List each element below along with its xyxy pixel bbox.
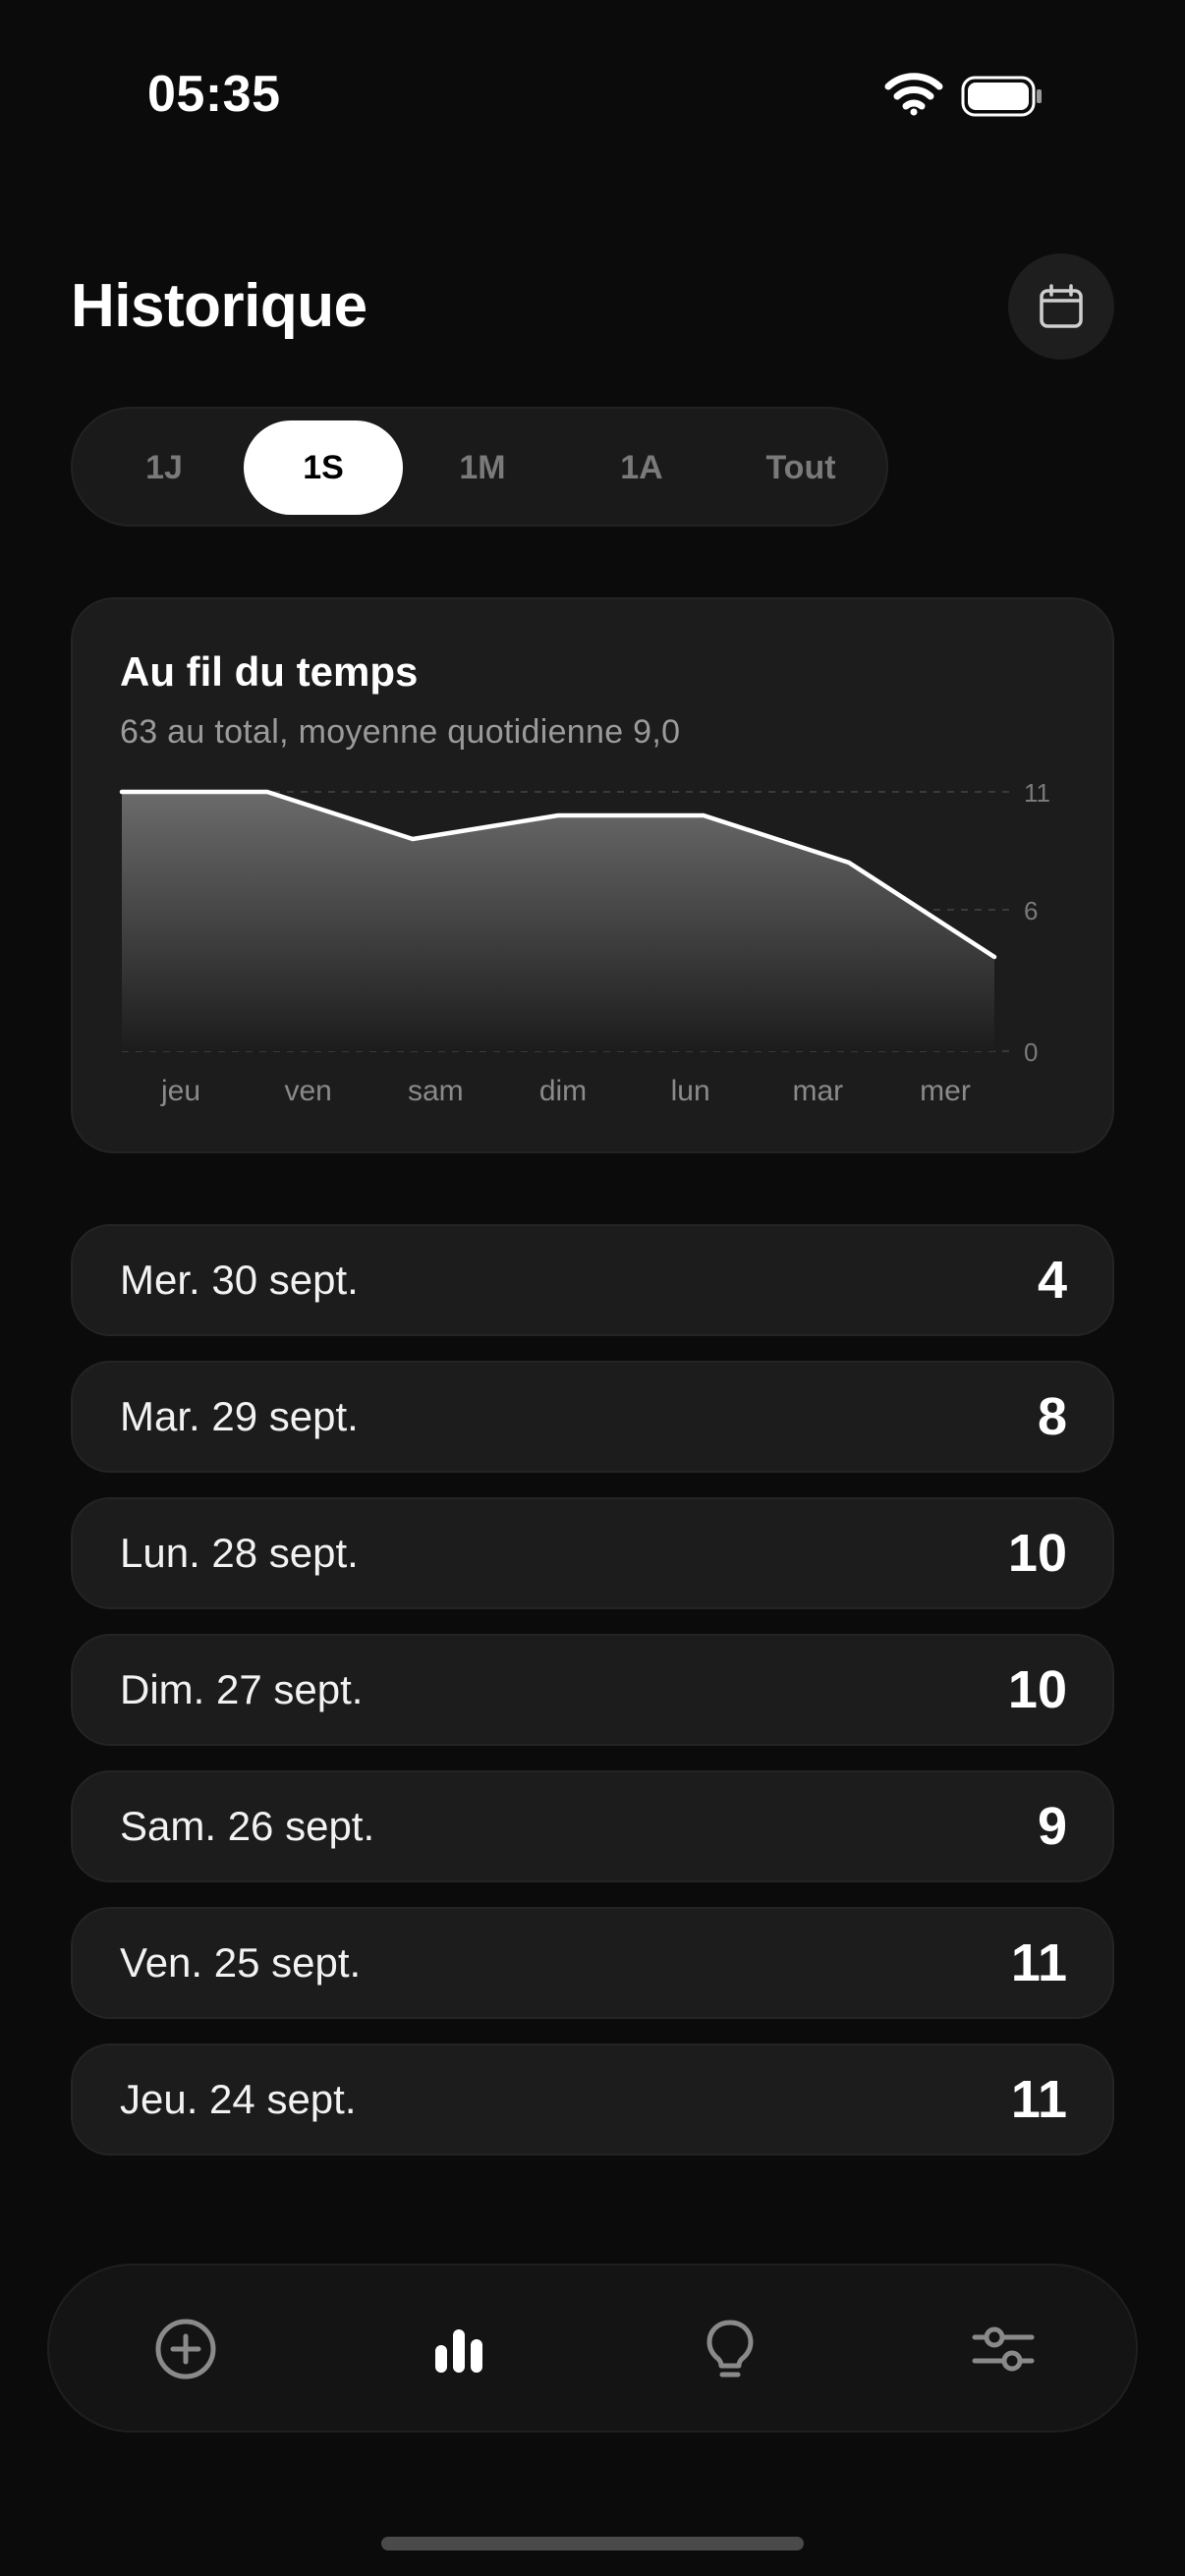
calendar-button[interactable] <box>1008 253 1114 360</box>
day-label: Mer. 30 sept. <box>120 1257 359 1303</box>
day-value: 8 <box>1037 1387 1067 1446</box>
tab-settings[interactable] <box>959 2305 1047 2393</box>
day-value: 4 <box>1037 1251 1067 1310</box>
battery-icon <box>961 76 1042 117</box>
plus-circle-icon <box>155 2319 216 2380</box>
status-bar: 05:35 <box>0 0 1185 196</box>
day-row[interactable]: Mer. 30 sept. 4 <box>71 1224 1114 1336</box>
range-option-1a[interactable]: 1A <box>562 420 721 515</box>
day-row[interactable]: Lun. 28 sept. 10 <box>71 1497 1114 1609</box>
day-value: 10 <box>1007 1660 1067 1719</box>
chart-x-tick-label: mer <box>920 1075 971 1107</box>
chart-y-tick-label: 11 <box>1024 778 1050 808</box>
tab-bar <box>47 2264 1138 2433</box>
chart-x-tick-label: lun <box>671 1075 710 1107</box>
page-title: Historique <box>71 272 367 340</box>
chart-area-fill <box>122 792 994 1051</box>
day-value: 11 <box>1010 2070 1067 2129</box>
range-option-1s[interactable]: 1S <box>244 420 403 515</box>
day-value: 9 <box>1037 1797 1067 1856</box>
chart-x-tick-label: sam <box>408 1075 464 1107</box>
bar-chart-icon <box>435 2329 482 2373</box>
home-indicator <box>381 2537 804 2550</box>
day-row[interactable]: Sam. 26 sept. 9 <box>71 1770 1114 1882</box>
area-chart: 11 6 0 jeu ven sam dim lun mar mer <box>119 778 1050 1107</box>
chart-card: Au fil du temps 63 au total, moyenne quo… <box>71 597 1114 1153</box>
sliders-icon <box>972 2326 1035 2372</box>
tab-add[interactable] <box>141 2305 230 2393</box>
day-label: Lun. 28 sept. <box>120 1530 359 1576</box>
chart-x-tick-label: jeu <box>160 1075 200 1107</box>
day-row[interactable]: Ven. 25 sept. 11 <box>71 1907 1114 2019</box>
day-label: Mar. 29 sept. <box>120 1393 359 1439</box>
day-label: Ven. 25 sept. <box>120 1939 362 1986</box>
range-option-tout[interactable]: Tout <box>721 420 880 515</box>
day-row[interactable]: Jeu. 24 sept. 11 <box>71 2044 1114 2156</box>
wifi-icon <box>884 73 943 116</box>
day-label: Dim. 27 sept. <box>120 1666 364 1712</box>
range-selector: 1J 1S 1M 1A Tout <box>71 407 888 527</box>
day-label: Sam. 26 sept. <box>120 1803 375 1849</box>
day-row[interactable]: Dim. 27 sept. 10 <box>71 1634 1114 1746</box>
range-option-1m[interactable]: 1M <box>403 420 562 515</box>
day-row[interactable]: Mar. 29 sept. 8 <box>71 1361 1114 1473</box>
chart-y-tick-label: 6 <box>1024 896 1038 925</box>
day-list: Mer. 30 sept. 4 Mar. 29 sept. 8 Lun. 28 … <box>71 1224 1114 2180</box>
tab-history[interactable] <box>415 2305 503 2393</box>
chart-x-tick-label: ven <box>284 1075 331 1107</box>
day-label: Jeu. 24 sept. <box>120 2076 357 2122</box>
chart-y-tick-label: 0 <box>1024 1037 1038 1067</box>
day-value: 10 <box>1007 1524 1067 1583</box>
chart-x-tick-label: mar <box>792 1075 843 1107</box>
status-time: 05:35 <box>147 66 281 123</box>
range-option-1j[interactable]: 1J <box>85 420 244 515</box>
tab-tips[interactable] <box>686 2305 774 2393</box>
calendar-icon <box>1040 284 1083 328</box>
chart-x-tick-label: dim <box>539 1075 587 1107</box>
lightbulb-icon <box>706 2320 754 2378</box>
day-value: 11 <box>1010 1933 1067 1992</box>
